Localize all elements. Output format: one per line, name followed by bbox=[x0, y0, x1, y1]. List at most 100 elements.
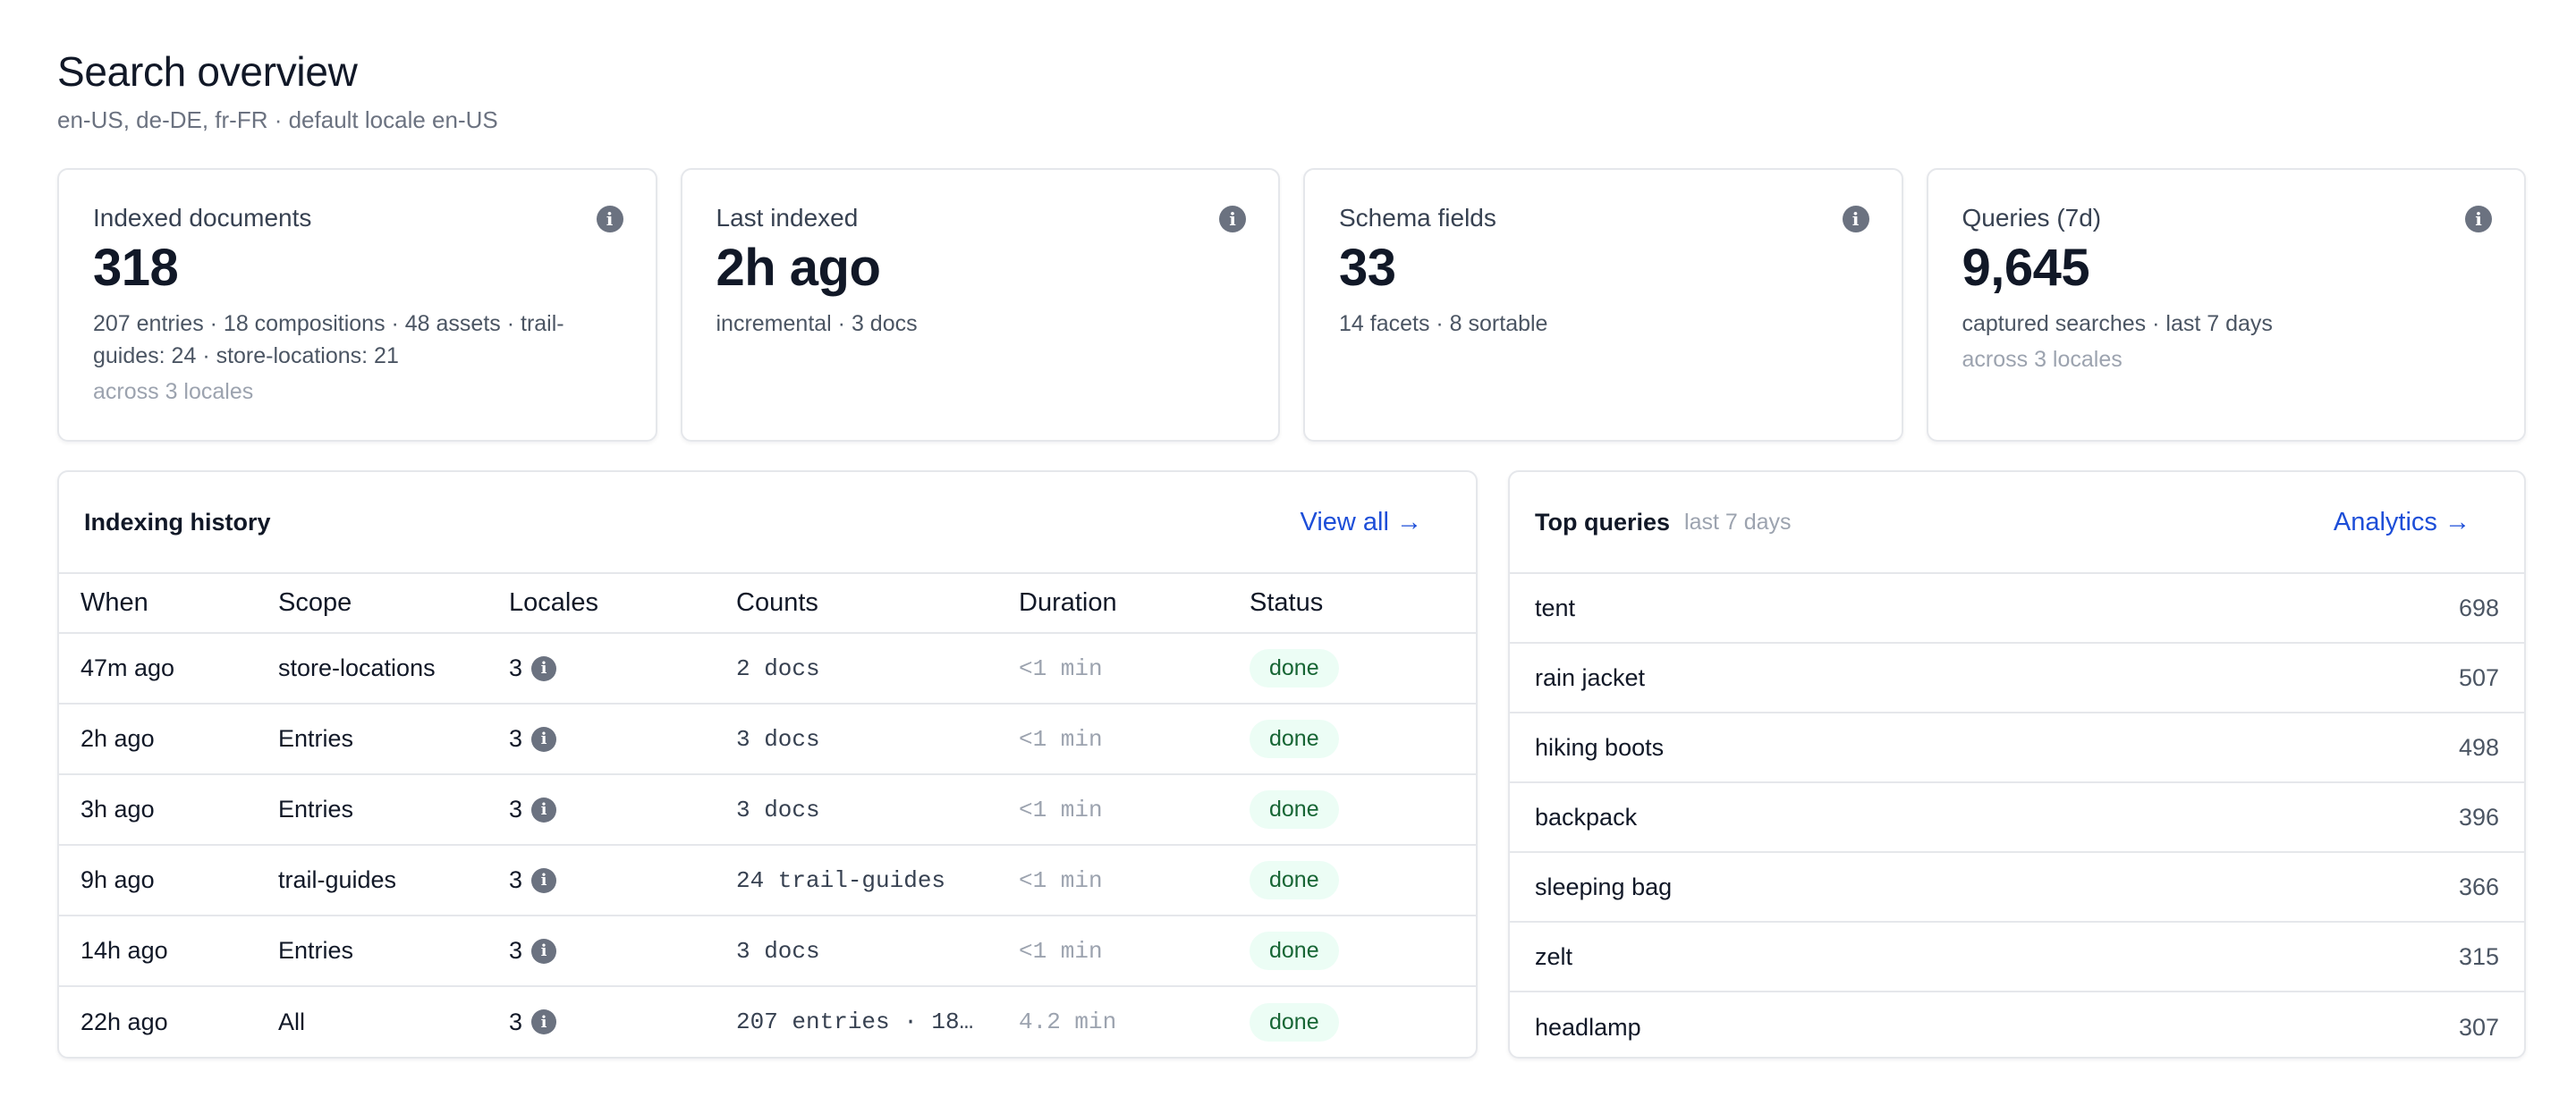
info-icon[interactable]: i bbox=[1842, 206, 1869, 232]
stat-sub: across 3 locales bbox=[1962, 347, 2123, 372]
table-header-row: When Scope Locales Counts Duration Statu… bbox=[59, 574, 1476, 634]
panel-header: Top queries last 7 days Analytics → bbox=[1510, 472, 2524, 574]
cell-locales: 3i bbox=[509, 916, 736, 987]
list-item[interactable]: hiking boots 498 bbox=[1510, 713, 2524, 783]
cell-locales: 3i bbox=[509, 986, 736, 1057]
column-header-scope: Scope bbox=[278, 574, 509, 634]
panel-title: Indexing history bbox=[84, 508, 271, 536]
locale-count: 3 bbox=[509, 796, 523, 823]
locale-count: 3 bbox=[509, 725, 523, 752]
list-item[interactable]: sleeping bag 366 bbox=[1510, 853, 2524, 923]
cell-status: done bbox=[1250, 704, 1476, 775]
cell-duration: <1 min bbox=[1019, 774, 1250, 846]
info-icon[interactable]: i bbox=[531, 797, 557, 823]
view-all-link[interactable]: View all → bbox=[1301, 508, 1422, 537]
stat-detail: 14 facets · 8 sortable bbox=[1339, 311, 1548, 336]
status-badge: done bbox=[1250, 1002, 1339, 1042]
query-text: zelt bbox=[1535, 942, 1573, 970]
cell-scope: store-locations bbox=[278, 633, 509, 705]
query-count: 507 bbox=[2458, 663, 2499, 691]
query-text: headlamp bbox=[1535, 1013, 1641, 1041]
stat-label: Queries (7d) bbox=[1962, 204, 2102, 232]
cell-locales: 3i bbox=[509, 704, 736, 775]
cell-counts: 207 entries · 18… bbox=[736, 986, 1019, 1057]
info-icon[interactable]: i bbox=[531, 867, 557, 893]
stat-card-queries-7d: Queries (7d) 9,645 captured searches · l… bbox=[1926, 168, 2526, 442]
table-row: 22h ago All 3i 207 entries · 18… 4.2 min… bbox=[59, 986, 1476, 1057]
locale-count: 3 bbox=[509, 866, 523, 893]
status-badge: done bbox=[1250, 932, 1339, 970]
cell-scope: Entries bbox=[278, 704, 509, 775]
info-icon[interactable]: i bbox=[1219, 206, 1246, 232]
query-count: 396 bbox=[2458, 803, 2499, 831]
stat-value: 318 bbox=[93, 239, 179, 297]
stat-detail: 207 entries · 18 compositions · 48 asset… bbox=[93, 311, 564, 368]
counts-text: 207 entries · 18… bbox=[736, 1009, 974, 1036]
stat-card-indexed-documents: Indexed documents 318 207 entries · 18 c… bbox=[57, 168, 657, 442]
info-icon[interactable]: i bbox=[531, 1009, 557, 1034]
stat-label: Indexed documents bbox=[93, 204, 312, 232]
page-subtitle: en-US, de-DE, fr-FR · default locale en-… bbox=[57, 106, 498, 133]
query-count: 498 bbox=[2458, 733, 2499, 761]
list-item[interactable]: rain jacket 507 bbox=[1510, 644, 2524, 713]
cell-counts: 3 docs bbox=[736, 774, 1019, 846]
indexing-history-table: When Scope Locales Counts Duration Statu… bbox=[59, 574, 1476, 1057]
counts-text: 3 docs bbox=[736, 725, 820, 753]
panel-title: Top queries bbox=[1535, 508, 1671, 536]
table-row: 3h ago Entries 3i 3 docs <1 min done bbox=[59, 774, 1476, 846]
column-header-duration: Duration bbox=[1019, 574, 1250, 634]
counts-text: 3 docs bbox=[736, 937, 820, 965]
cell-counts: 2 docs bbox=[736, 633, 1019, 705]
cell-counts: 3 docs bbox=[736, 916, 1019, 987]
info-icon[interactable]: i bbox=[531, 938, 557, 964]
cell-when: 3h ago bbox=[59, 774, 278, 846]
search-overview-page: Search overview en-US, de-DE, fr-FR · de… bbox=[57, 43, 2526, 1059]
stats-row: Indexed documents 318 207 entries · 18 c… bbox=[57, 168, 2526, 442]
cell-when: 47m ago bbox=[59, 633, 278, 705]
info-icon[interactable]: i bbox=[2465, 206, 2492, 232]
counts-text: 24 trail-guides bbox=[736, 866, 946, 894]
cell-scope: All bbox=[278, 1008, 306, 1035]
stat-value: 2h ago bbox=[716, 239, 881, 297]
list-item[interactable]: zelt 315 bbox=[1510, 923, 2524, 992]
info-icon[interactable]: i bbox=[531, 726, 557, 752]
list-item[interactable]: tent 698 bbox=[1510, 574, 2524, 644]
status-badge: done bbox=[1250, 649, 1339, 688]
stat-detail: captured searches · last 7 days bbox=[1962, 311, 2273, 336]
table-row: 47m ago store-locations 3i 2 docs <1 min… bbox=[59, 633, 1476, 705]
cell-when: 2h ago bbox=[59, 704, 278, 775]
table-row: 14h ago Entries 3i 3 docs <1 min done bbox=[59, 916, 1476, 987]
cell-duration: <1 min bbox=[1019, 704, 1250, 775]
cell-duration: <1 min bbox=[1019, 845, 1250, 916]
stat-card-last-indexed: Last indexed 2h ago incremental · 3 docs… bbox=[680, 168, 1280, 442]
cell-duration: 4.2 min bbox=[1019, 1009, 1117, 1035]
list-item[interactable]: headlamp 307 bbox=[1510, 992, 2524, 1057]
info-icon[interactable]: i bbox=[531, 655, 557, 681]
query-text: tent bbox=[1535, 594, 1576, 621]
status-badge: done bbox=[1250, 790, 1339, 829]
cell-scope: Entries bbox=[278, 916, 509, 987]
cell-when: 9h ago bbox=[59, 845, 278, 916]
cell-duration: <1 min bbox=[1019, 916, 1250, 987]
stat-detail: incremental · 3 docs bbox=[716, 311, 918, 336]
status-badge: done bbox=[1250, 720, 1339, 758]
list-item[interactable]: backpack 396 bbox=[1510, 783, 2524, 853]
query-count: 366 bbox=[2458, 873, 2499, 900]
cell-when: 22h ago bbox=[80, 1008, 168, 1035]
stat-sub: across 3 locales bbox=[93, 379, 254, 404]
cell-locales: 3i bbox=[509, 845, 736, 916]
query-text: rain jacket bbox=[1535, 663, 1646, 691]
info-icon[interactable]: i bbox=[596, 206, 623, 232]
analytics-link[interactable]: Analytics → bbox=[2334, 508, 2470, 537]
cell-scope: Entries bbox=[278, 774, 509, 846]
query-text: backpack bbox=[1535, 803, 1638, 831]
panel-hint: last 7 days bbox=[1684, 509, 1792, 535]
locale-count: 3 bbox=[509, 1008, 523, 1035]
table-row: 2h ago Entries 3i 3 docs <1 min done bbox=[59, 704, 1476, 775]
indexing-history-panel: Indexing history View all → When Scope L… bbox=[57, 470, 1478, 1059]
query-count: 315 bbox=[2458, 942, 2499, 970]
cell-locales: 3i bbox=[509, 774, 736, 846]
counts-text: 2 docs bbox=[736, 654, 820, 682]
cell-counts: 24 trail-guides bbox=[736, 845, 1019, 916]
cell-status: done bbox=[1250, 845, 1476, 916]
